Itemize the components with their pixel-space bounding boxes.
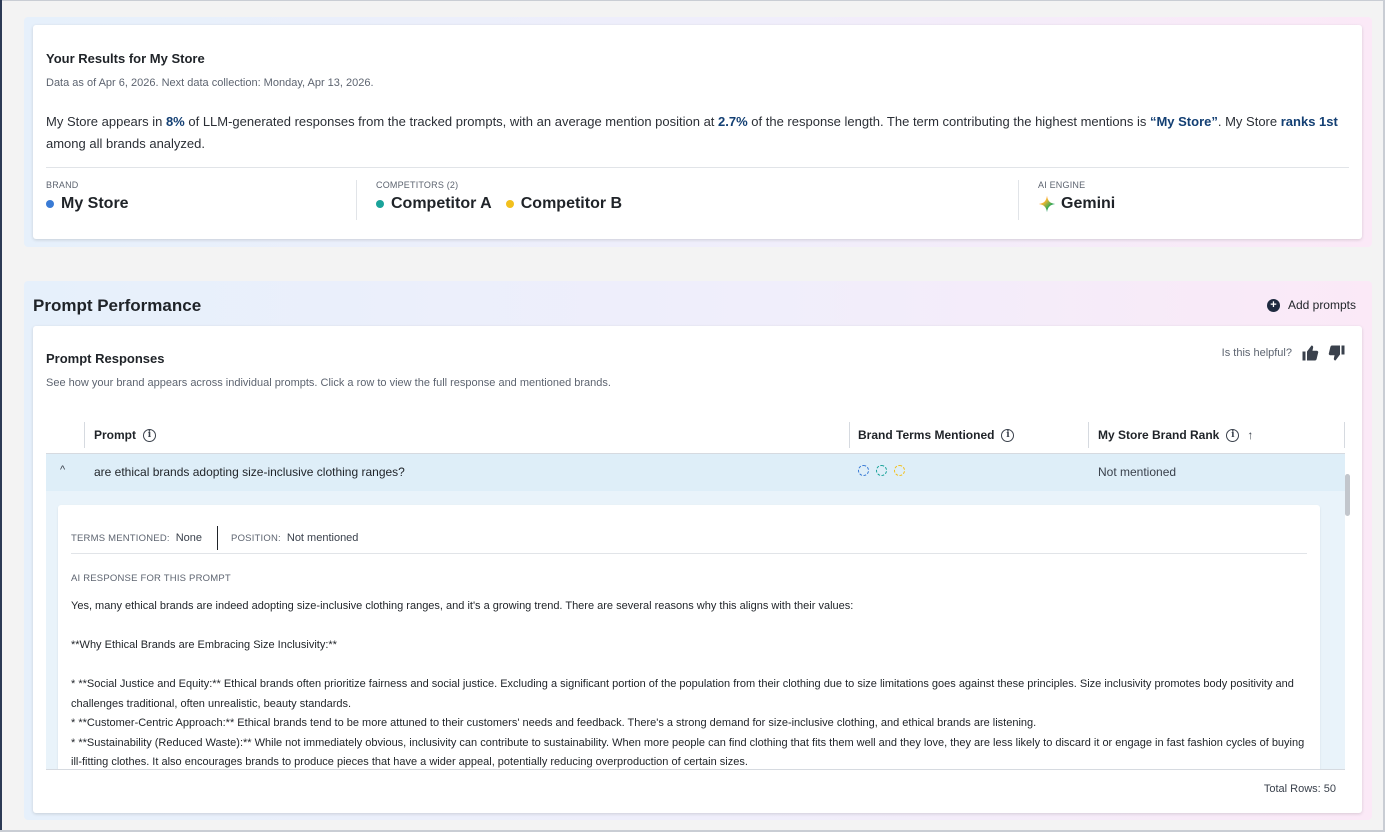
brand-terms-indicators: [858, 465, 912, 476]
results-card: Your Results for My Store Data as of Apr…: [33, 25, 1362, 239]
summary-text: among all brands analyzed.: [46, 136, 205, 151]
meta-separator: [356, 180, 357, 220]
ai-engine-name: Gemini: [1061, 195, 1116, 212]
gemini-sparkle-icon: [1038, 195, 1056, 213]
competitor-a-name: Competitor A: [391, 195, 492, 212]
detail-stats: TERMS MENTIONED: None POSITION: Not ment…: [71, 526, 358, 550]
mention-rate-value: 8%: [165, 114, 185, 129]
competitor-b-name: Competitor B: [520, 195, 623, 212]
table-bottom-border: [46, 769, 1345, 770]
summary-text: . My Store: [1217, 114, 1281, 129]
position-value: Not mentioned: [286, 532, 359, 544]
window-left-border: [0, 0, 2, 832]
add-prompts-button[interactable]: + Add prompts: [1266, 298, 1356, 312]
column-separator: [84, 422, 85, 448]
column-separator: [1088, 422, 1089, 448]
column-separator: [849, 422, 850, 448]
table-scrollbar[interactable]: [1345, 474, 1350, 516]
summary-text: My Store appears in: [46, 114, 166, 129]
add-prompts-label: Add prompts: [1287, 298, 1356, 312]
top-term-value: “My Store”: [1149, 114, 1218, 129]
summary-text: of LLM-generated responses from the trac…: [184, 114, 719, 129]
terms-mentioned-label: TERMS MENTIONED:: [71, 532, 170, 544]
prompt-responses-card: Prompt Responses See how your brand appe…: [33, 326, 1362, 813]
competitors-label: COMPETITORS (2): [376, 180, 459, 190]
table-row[interactable]: ^ are ethical brands adopting size-inclu…: [46, 454, 1345, 491]
column-prompt-label: Prompt: [94, 428, 136, 442]
brand-term-indicator: [858, 465, 869, 476]
prompt-performance-title: Prompt Performance: [33, 296, 202, 315]
terms-mentioned-value: None: [175, 532, 203, 544]
results-summary: My Store appears in 8% of LLM-generated …: [46, 111, 1351, 155]
competitor-b-term-indicator: [894, 465, 905, 476]
helpful-feedback: Is this helpful?: [1222, 344, 1346, 362]
column-header-prompt[interactable]: Prompt i: [94, 416, 156, 454]
response-line: * **Social Justice and Equity:** Ethical…: [71, 678, 1294, 710]
column-header-brand-terms[interactable]: Brand Terms Mentioned i: [858, 416, 1015, 454]
collapse-chevron-icon[interactable]: ^: [60, 464, 65, 476]
summary-text: of the response length. The term contrib…: [747, 114, 1150, 129]
column-separator: [1344, 422, 1345, 448]
thumbs-down-icon[interactable]: [1328, 344, 1346, 362]
info-icon[interactable]: i: [1226, 428, 1240, 442]
ai-engine-block: AI ENGINE Gemini: [1038, 180, 1115, 220]
response-detail-card: TERMS MENTIONED: None POSITION: Not ment…: [58, 505, 1320, 769]
info-icon[interactable]: i: [143, 428, 156, 442]
stats-separator: [217, 526, 219, 550]
results-data-date: Data as of Apr 6, 2026. Next data collec…: [46, 77, 374, 89]
helpful-label: Is this helpful?: [1221, 347, 1292, 359]
total-rows: Total Rows: 50: [1263, 783, 1336, 795]
thumbs-up-icon[interactable]: [1301, 344, 1319, 362]
competitor-a-term-indicator: [876, 465, 887, 476]
row-prompt-text: are ethical brands adopting size-inclusi…: [94, 465, 405, 479]
info-icon[interactable]: i: [1001, 428, 1015, 442]
window-top-border: [0, 0, 1385, 1]
mention-position-value: 2.7%: [718, 114, 748, 129]
ai-engine-label: AI ENGINE: [1038, 180, 1086, 190]
prompt-responses-title: Prompt Responses: [46, 351, 165, 366]
competitors-block: COMPETITORS (2) Competitor A Competitor …: [376, 180, 622, 220]
brand-name: My Store: [61, 195, 129, 212]
competitor-a-color-dot: [376, 200, 384, 208]
brand-color-dot: [46, 200, 54, 208]
row-brand-rank: Not mentioned: [1098, 465, 1177, 479]
sort-ascending-icon[interactable]: ↑: [1247, 428, 1253, 442]
brand-block: BRAND My Store: [46, 180, 129, 220]
ai-response-text: Yes, many ethical brands are indeed adop…: [71, 597, 1311, 769]
response-line: * **Sustainability (Reduced Waste):** Wh…: [71, 736, 1305, 769]
response-line: * **Customer-Centric Approach:** Ethical…: [71, 717, 1037, 729]
detail-divider: [71, 553, 1307, 554]
results-divider: [46, 167, 1349, 168]
results-title: Your Results for My Store: [46, 51, 205, 66]
response-line: **Why Ethical Brands are Embracing Size …: [71, 639, 337, 651]
column-terms-label: Brand Terms Mentioned: [858, 428, 995, 442]
position-label: POSITION:: [231, 532, 281, 544]
prompt-responses-subtitle: See how your brand appears across indivi…: [46, 377, 611, 389]
column-header-brand-rank[interactable]: My Store Brand Rank i ↑: [1098, 416, 1253, 454]
row-detail-panel: TERMS MENTIONED: None POSITION: Not ment…: [46, 491, 1345, 769]
plus-circle-icon: +: [1266, 298, 1280, 312]
ai-response-label: AI RESPONSE FOR THIS PROMPT: [71, 573, 231, 584]
brand-rank-value: ranks 1st: [1280, 114, 1338, 129]
brand-label: BRAND: [46, 180, 79, 190]
column-rank-label: My Store Brand Rank: [1098, 428, 1220, 442]
table-header: Prompt i Brand Terms Mentioned i My Stor…: [46, 416, 1345, 454]
meta-separator: [1018, 180, 1019, 220]
response-line: Yes, many ethical brands are indeed adop…: [71, 600, 854, 612]
competitor-b-color-dot: [505, 200, 514, 208]
